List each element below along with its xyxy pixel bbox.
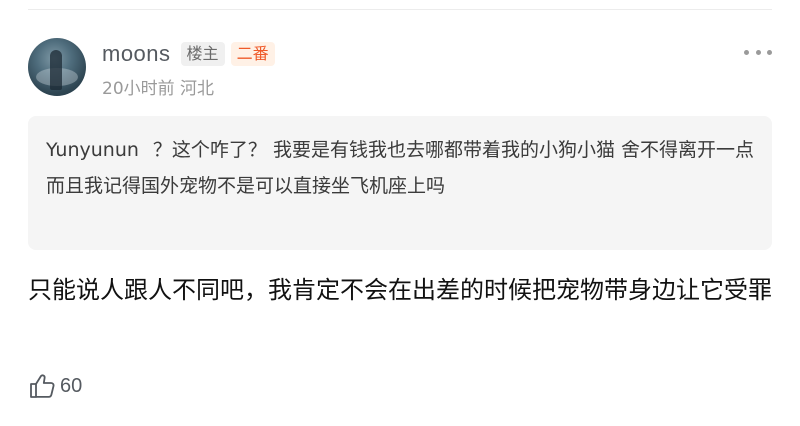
more-dot bbox=[744, 49, 749, 55]
comment-location: 河北 bbox=[180, 79, 215, 99]
username[interactable]: moons bbox=[102, 41, 171, 67]
more-dot bbox=[755, 49, 761, 55]
thumbs-up-icon bbox=[30, 374, 55, 398]
like-count: 60 bbox=[60, 374, 83, 397]
quoted-reply[interactable]: Yunyunun ？这个咋了？ 我要是有钱我也去哪都带着我的小狗小猫 舍不得离开一… bbox=[28, 116, 772, 250]
like-button[interactable]: 60 bbox=[28, 370, 82, 402]
quote-text: ？这个咋了？ 我要是有钱我也去哪都带着我的小狗小猫 舍不得离开一点 而且我记得国… bbox=[46, 139, 755, 197]
avatar-cliff bbox=[50, 50, 62, 90]
comment-header: moons 楼主 二番 bbox=[102, 40, 275, 68]
avatar[interactable] bbox=[28, 38, 86, 96]
more-dot bbox=[767, 49, 772, 55]
top-divider bbox=[28, 9, 772, 10]
comment-meta: 20小时前 河北 bbox=[102, 74, 214, 99]
quote-author[interactable]: Yunyunun bbox=[46, 139, 139, 161]
comment-time: 20小时前 bbox=[102, 79, 175, 99]
comment-body: 只能说人跟人不同吧，我肯定不会在出差的时候把宠物带身边让它受罪 bbox=[28, 276, 772, 304]
more-dots-icon[interactable] bbox=[744, 46, 772, 58]
rank-badge: 二番 bbox=[230, 42, 275, 66]
owner-badge: 楼主 bbox=[180, 42, 225, 66]
